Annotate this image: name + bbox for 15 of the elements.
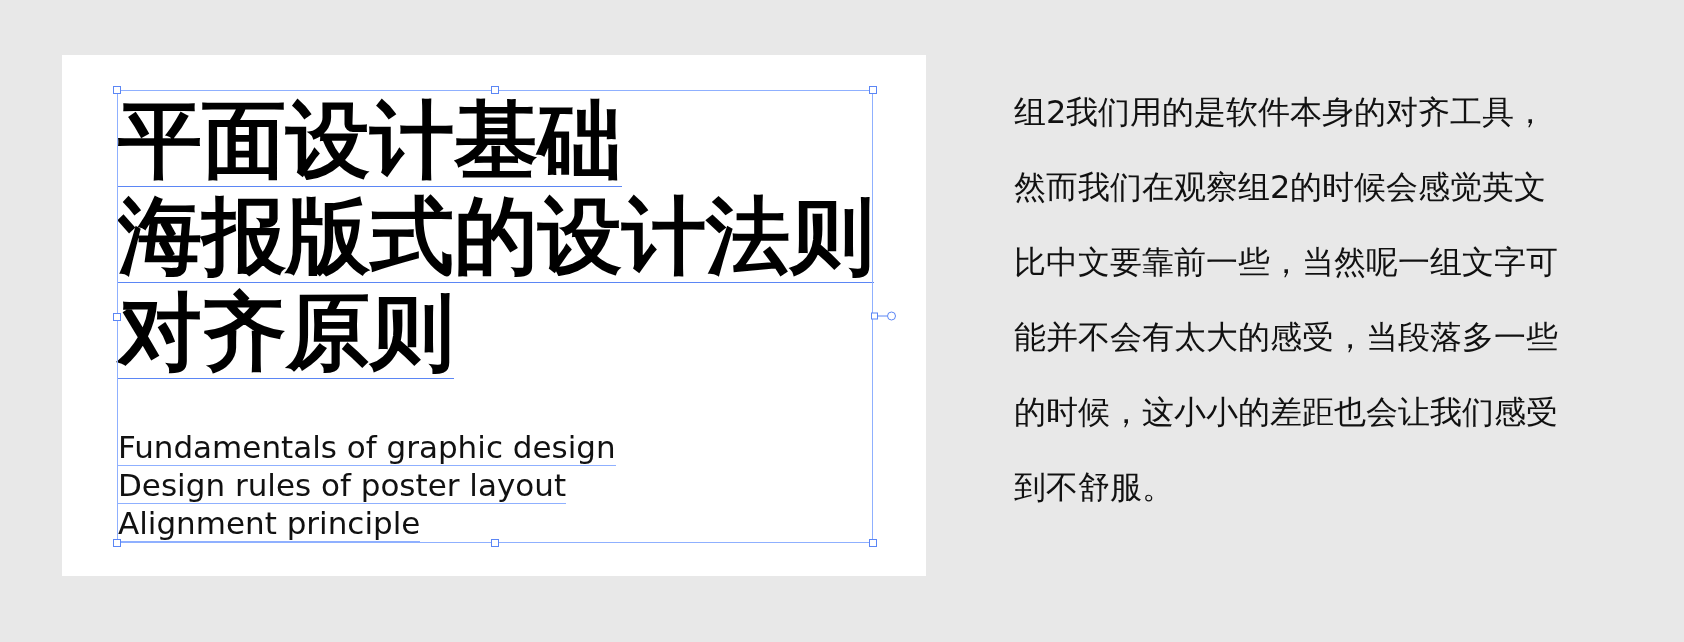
description-paragraph: 组2我们用的是软件本身的对齐工具， 然而我们在观察组2的时候会感觉英文 比中文要靠前一些，当然呢一组文字可 能并不会有太大的感受，当段落多一些 的时候，这小小的差距也会让我们感受 到不舒服。 — [1014, 92, 1558, 508]
rotate-handle[interactable] — [871, 310, 897, 321]
subtitle-text: Alignment principle — [118, 505, 421, 542]
resize-handle[interactable] — [869, 86, 877, 94]
headline-text: 对齐原则 — [118, 285, 454, 379]
headline-text: 平面设计基础 — [118, 94, 622, 187]
headline-text: 海报版式的设计法则 — [118, 189, 874, 283]
resize-handle[interactable] — [491, 539, 499, 547]
resize-handle[interactable] — [491, 86, 499, 94]
resize-handle[interactable] — [869, 539, 877, 547]
subtitle-text: Fundamentals of graphic design — [118, 428, 616, 466]
subtitle-text: Design rules of poster layout — [118, 466, 567, 504]
resize-handle[interactable] — [113, 539, 121, 547]
selection-frame[interactable] — [117, 90, 873, 543]
resize-handle[interactable] — [113, 86, 121, 94]
